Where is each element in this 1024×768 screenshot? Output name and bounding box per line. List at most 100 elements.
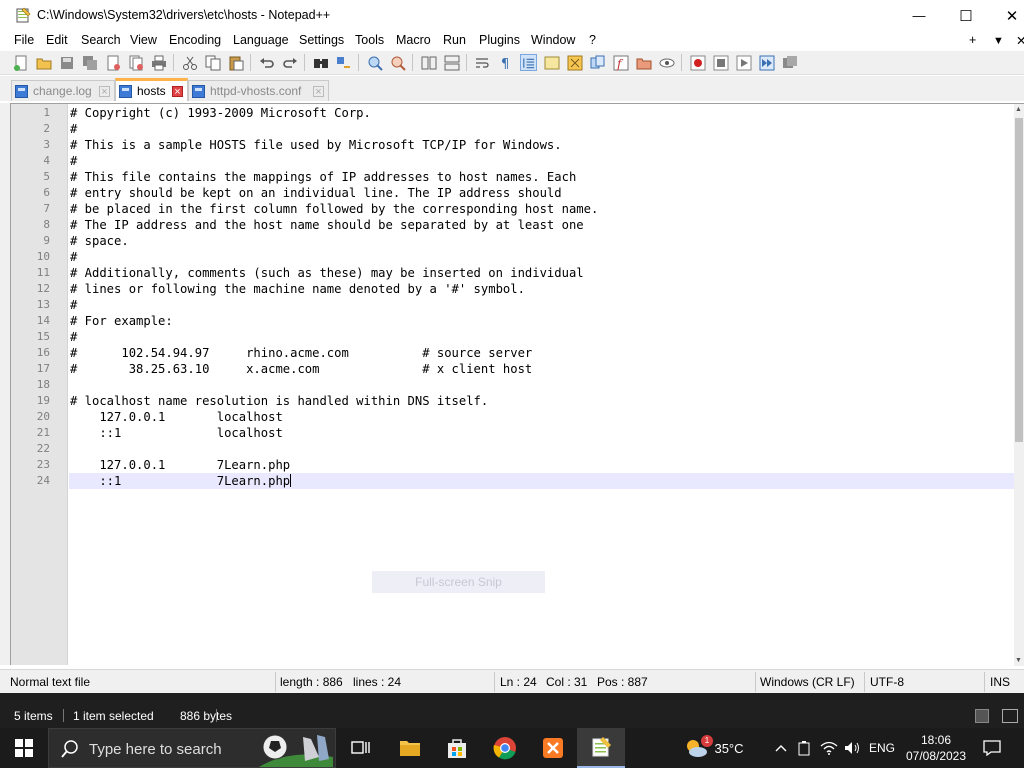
code-line[interactable]: 127.0.0.1 localhost — [69, 409, 1015, 425]
save-all-icon[interactable] — [81, 54, 98, 71]
notifications-button[interactable] — [980, 728, 1004, 768]
tab-close-icon[interactable]: × — [313, 85, 324, 97]
tab-list-dropdown[interactable]: ▼ — [993, 35, 1004, 47]
code-line[interactable]: # This is a sample HOSTS file used by Mi… — [69, 137, 1015, 153]
paste-icon[interactable] — [227, 54, 244, 71]
code-line[interactable]: # — [69, 249, 1015, 265]
menu-settings[interactable]: Settings — [299, 33, 344, 47]
xampp-taskbar-button[interactable] — [529, 728, 577, 768]
code-line[interactable]: # 38.25.63.10 x.acme.com # x client host — [69, 361, 1015, 377]
sync-horizontal-icon[interactable] — [443, 54, 460, 71]
maximize-button[interactable]: ☐ — [943, 0, 989, 31]
folder-as-workspace-icon[interactable] — [635, 54, 652, 71]
current-code-line[interactable]: ::1 7Learn.php — [69, 473, 1015, 489]
menu-macro[interactable]: Macro — [396, 33, 431, 47]
replace-icon[interactable] — [335, 54, 352, 71]
show-hidden-icons-button[interactable] — [772, 728, 790, 768]
notepad-plus-plus-taskbar-button[interactable] — [577, 728, 625, 768]
close-tab-button[interactable]: ✕ — [1016, 33, 1024, 48]
chrome-taskbar-button[interactable] — [481, 728, 529, 768]
code-line[interactable]: # entry should be kept on an individual … — [69, 185, 1015, 201]
code-line[interactable]: 127.0.0.1 7Learn.php — [69, 457, 1015, 473]
battery-status[interactable] — [794, 728, 814, 768]
menu-tools[interactable]: Tools — [355, 33, 384, 47]
save-macro-icon[interactable] — [781, 54, 798, 71]
code-line[interactable]: # — [69, 121, 1015, 137]
indent-guide-icon[interactable] — [520, 54, 537, 71]
code-line[interactable]: # space. — [69, 233, 1015, 249]
code-line[interactable]: # — [69, 329, 1015, 345]
status-eol[interactable]: Windows (CR LF) — [760, 675, 855, 689]
sync-vertical-icon[interactable] — [420, 54, 437, 71]
menu-file[interactable]: File — [14, 33, 34, 47]
code-line[interactable] — [69, 441, 1015, 457]
scroll-up-icon[interactable]: ▲ — [1015, 106, 1022, 113]
new-file-icon[interactable] — [12, 54, 29, 71]
menu-search[interactable]: Search — [81, 33, 121, 47]
start-button[interactable] — [0, 728, 48, 768]
code-line[interactable]: # lines or following the machine name de… — [69, 281, 1015, 297]
details-view-icon[interactable] — [975, 709, 989, 723]
volume-control[interactable] — [843, 728, 863, 768]
monitoring-icon[interactable] — [658, 54, 675, 71]
code-line[interactable]: # 102.54.94.97 rhino.acme.com # source s… — [69, 345, 1015, 361]
tab-hosts[interactable]: hosts × — [115, 78, 188, 101]
play-macro-icon[interactable] — [735, 54, 752, 71]
close-button[interactable]: ✕ — [989, 0, 1024, 31]
code-line[interactable]: # localhost name resolution is handled w… — [69, 393, 1015, 409]
menu-help[interactable]: ? — [589, 33, 596, 47]
status-insert-mode[interactable]: INS — [990, 675, 1010, 689]
menu-run[interactable]: Run — [443, 33, 466, 47]
status-encoding[interactable]: UTF-8 — [870, 675, 904, 689]
stop-macro-icon[interactable] — [712, 54, 729, 71]
zoom-in-icon[interactable] — [366, 54, 383, 71]
user-language-icon[interactable] — [543, 54, 560, 71]
find-icon[interactable] — [312, 54, 329, 71]
large-icons-view-icon[interactable] — [1002, 709, 1018, 723]
store-taskbar-button[interactable] — [433, 728, 481, 768]
input-language[interactable]: ENG — [868, 728, 896, 768]
close-file-icon[interactable] — [104, 54, 121, 71]
code-line[interactable]: # be placed in the first column followed… — [69, 201, 1015, 217]
code-line[interactable]: # — [69, 153, 1015, 169]
code-line[interactable]: # — [69, 297, 1015, 313]
wifi-status[interactable] — [819, 728, 839, 768]
scrollbar-thumb[interactable] — [1015, 118, 1023, 442]
menu-plugins[interactable]: Plugins — [479, 33, 520, 47]
menu-encoding[interactable]: Encoding — [169, 33, 221, 47]
menu-window[interactable]: Window — [531, 33, 575, 47]
close-all-icon[interactable] — [127, 54, 144, 71]
menu-view[interactable]: View — [130, 33, 157, 47]
tab-close-icon[interactable]: × — [99, 85, 110, 97]
taskbar-clock[interactable]: 18:06 07/08/2023 — [904, 732, 968, 764]
code-line[interactable]: # Copyright (c) 1993-2009 Microsoft Corp… — [69, 105, 1015, 121]
code-line[interactable]: # This file contains the mappings of IP … — [69, 169, 1015, 185]
taskbar-search-box[interactable]: Type here to search — [48, 728, 336, 768]
cut-icon[interactable] — [181, 54, 198, 71]
redo-icon[interactable] — [281, 54, 298, 71]
code-line[interactable]: # Additionally, comments (such as these)… — [69, 265, 1015, 281]
code-line[interactable]: # For example: — [69, 313, 1015, 329]
code-line[interactable]: # The IP address and the host name shoul… — [69, 217, 1015, 233]
minimize-button[interactable]: — — [896, 0, 942, 31]
zoom-out-icon[interactable] — [389, 54, 406, 71]
code-line[interactable] — [69, 377, 1015, 393]
menu-language[interactable]: Language — [233, 33, 289, 47]
vertical-scrollbar[interactable]: ▲ ▼ — [1014, 104, 1024, 666]
show-all-chars-icon[interactable]: ¶ — [497, 54, 514, 71]
record-macro-icon[interactable] — [689, 54, 706, 71]
undo-icon[interactable] — [258, 54, 275, 71]
file-explorer-taskbar-button[interactable] — [386, 728, 434, 768]
tab-close-icon[interactable]: × — [172, 85, 183, 97]
tab-httpd-vhosts-conf[interactable]: httpd-vhosts.conf × — [188, 80, 329, 101]
new-tab-button[interactable]: + — [969, 33, 976, 47]
code-line[interactable]: ::1 localhost — [69, 425, 1015, 441]
copy-icon[interactable] — [204, 54, 221, 71]
save-icon[interactable] — [58, 54, 75, 71]
run-macro-multiple-icon[interactable] — [758, 54, 775, 71]
task-view-button[interactable] — [336, 728, 384, 768]
document-map-icon[interactable] — [566, 54, 583, 71]
document-list-icon[interactable] — [589, 54, 606, 71]
weather-widget[interactable]: 1 35°C — [684, 728, 744, 768]
tab-change-log[interactable]: change.log × — [11, 80, 115, 101]
